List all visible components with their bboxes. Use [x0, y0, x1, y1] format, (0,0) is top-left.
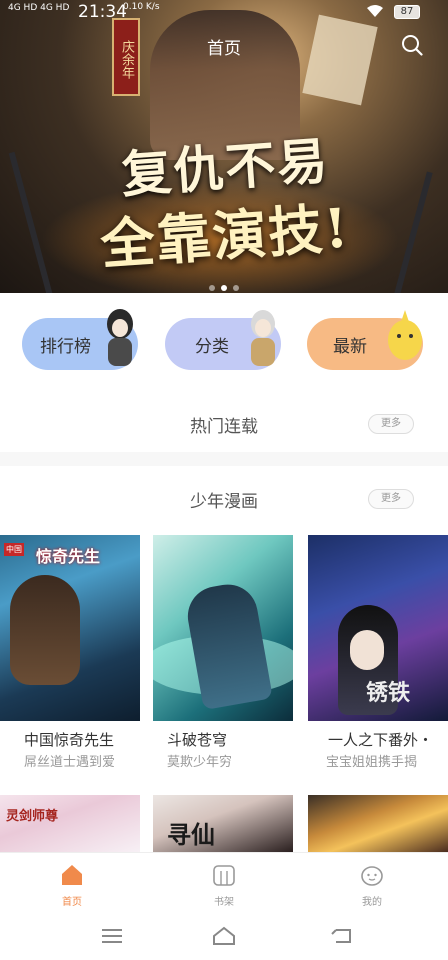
nav-profile[interactable]: 我的	[332, 853, 412, 913]
comic-cover[interactable]: 锈铁	[308, 535, 448, 721]
nav-home-label: 首页	[62, 897, 82, 908]
signal-indicator: 4G HD 4G HD	[8, 3, 70, 13]
comic-cover[interactable]	[153, 535, 293, 721]
newest-button[interactable]: 最新	[307, 310, 423, 370]
comic-title: 中国惊奇先生	[24, 731, 115, 749]
ranking-label: 排行榜	[40, 337, 91, 357]
nav-bookshelf[interactable]: 书架	[184, 853, 264, 913]
hot-more-button[interactable]: 更多	[368, 414, 414, 434]
cover-title: 惊奇先生	[36, 547, 101, 566]
comic-title: 一人之下番外・	[328, 731, 434, 749]
banner-dot-active	[221, 285, 227, 291]
banner-dot	[209, 285, 215, 291]
section-divider	[0, 452, 448, 466]
nav-profile-label: 我的	[362, 897, 382, 908]
cover-title: 寻仙	[167, 820, 215, 849]
newest-label: 最新	[333, 337, 367, 357]
network-speed: 0.10 K/s	[123, 2, 160, 12]
nav-home[interactable]: 首页	[32, 853, 112, 913]
category-character-icon	[251, 310, 275, 366]
bookshelf-icon	[213, 865, 235, 886]
newest-character-icon	[388, 310, 422, 360]
comic-cover[interactable]: 寻仙	[153, 795, 293, 852]
banner-seal: 庆余年	[112, 18, 140, 96]
comic-title: 斗破苍穹	[167, 731, 228, 749]
profile-icon	[361, 866, 383, 886]
cover-title: 灵剑师尊	[6, 809, 59, 824]
comic-cover[interactable]	[308, 795, 448, 852]
menu-icon[interactable]	[100, 926, 124, 946]
home-icon	[62, 865, 82, 885]
shonen-more-button[interactable]: 更多	[368, 489, 414, 509]
back-icon[interactable]	[330, 926, 354, 946]
battery-indicator: 87	[394, 5, 420, 19]
bottom-nav: 首页 书架 我的	[0, 852, 448, 912]
banner-scroll	[302, 14, 378, 106]
page-title: 首页	[207, 39, 241, 59]
banner-dot	[233, 285, 239, 291]
comic-cover[interactable]: 中国 惊奇先生	[0, 535, 140, 721]
category-button[interactable]: 分类	[165, 310, 281, 370]
cover-tag: 中国	[4, 543, 24, 556]
cover-character	[10, 575, 80, 685]
home-button-icon[interactable]	[212, 926, 236, 946]
category-label: 分类	[195, 337, 229, 357]
system-nav-bar	[0, 912, 448, 960]
status-bar: 4G HD 4G HD 21:34 0.10 K/s 87	[0, 0, 448, 26]
wifi-icon	[366, 4, 384, 22]
cover-face	[350, 630, 384, 670]
cover-title: 锈铁	[366, 680, 411, 706]
search-icon[interactable]	[401, 34, 423, 56]
banner-page-indicator	[0, 276, 448, 295]
status-time: 21:34	[78, 2, 127, 22]
comic-desc: 宝宝姐姐携手揭	[326, 755, 418, 770]
nav-bookshelf-label: 书架	[214, 897, 234, 908]
comic-desc: 屌丝道士遇到爱	[24, 755, 116, 770]
comic-desc: 莫欺少年穷	[167, 755, 233, 770]
comic-cover[interactable]: 灵剑师尊	[0, 795, 140, 852]
ranking-character-icon	[107, 309, 133, 366]
ranking-button[interactable]: 排行榜	[22, 309, 138, 370]
